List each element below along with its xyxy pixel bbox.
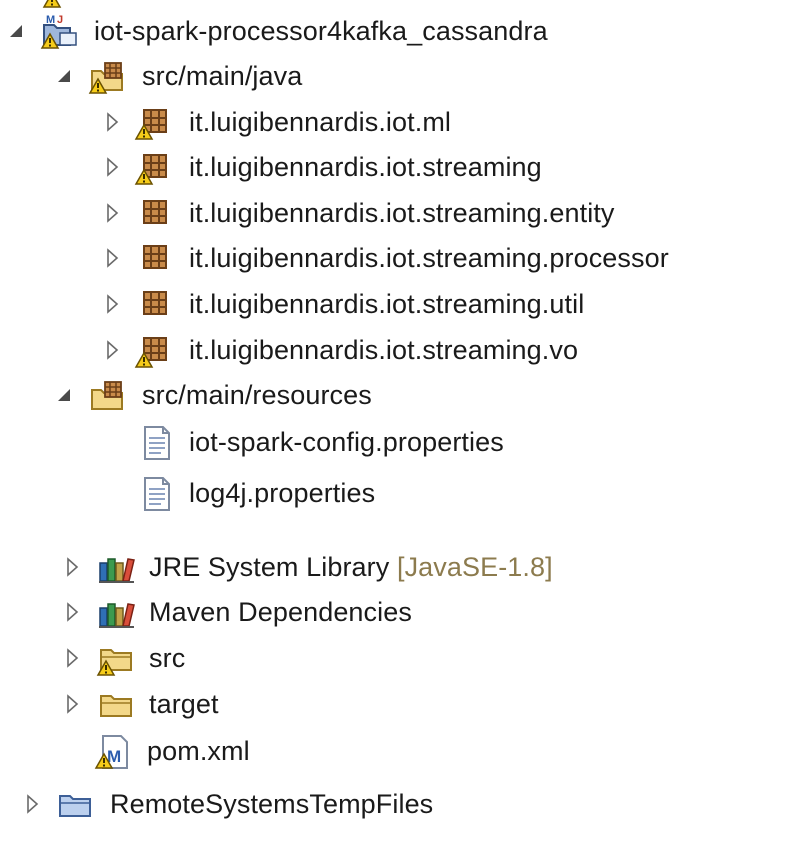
collapse-arrow-icon[interactable] [54,384,76,406]
tree-item-maven-dependencies[interactable]: Maven Dependencies [0,592,797,632]
folder-warning-icon [97,649,132,676]
file-label: log4j.properties [189,478,376,508]
tree-item-package[interactable]: it.luigibennardis.iot.streaming.vo [0,330,797,370]
tree-item-src-main-resources[interactable]: src/main/resources [0,375,797,415]
expand-arrow-icon[interactable] [62,556,84,578]
source-folder-icon [91,381,123,410]
warning-icon [43,0,61,8]
tree-item-project[interactable]: iot-spark-processor4kafka_cassandra [0,11,797,51]
library-label: Maven Dependencies [149,597,412,627]
expand-arrow-icon[interactable] [62,601,84,623]
tree-item-src-folder[interactable]: src [0,638,797,678]
tree-item-src-main-java[interactable]: src/main/java [0,56,797,96]
package-icon [143,245,167,269]
project-folder-icon [59,795,91,817]
folder-icon [100,695,132,717]
collapse-arrow-icon[interactable] [6,20,28,42]
expand-arrow-icon[interactable] [102,247,124,269]
tree-item-package[interactable]: it.luigibennardis.iot.streaming.processo… [0,238,713,278]
package-icon [143,200,167,224]
expand-arrow-icon[interactable] [102,293,124,315]
expand-arrow-icon[interactable] [102,202,124,224]
package-label: it.luigibennardis.iot.streaming.entity [189,198,615,228]
jre-label-text: JRE System Library [149,552,390,582]
properties-file-icon [144,477,170,511]
tree-item-package[interactable]: it.luigibennardis.iot.streaming.util [0,284,797,324]
tree-item-package[interactable]: it.luigibennardis.iot.ml [0,102,797,142]
tree-item-package[interactable]: it.luigibennardis.iot.streaming [0,147,797,187]
package-label: it.luigibennardis.iot.streaming.processo… [189,243,669,273]
folder-label: target [149,689,219,719]
tree-item-partial[interactable] [0,0,400,10]
library-icon [98,603,135,628]
project-explorer-tree: iot-spark-processor4kafka_cassandra src/… [0,0,797,845]
package-label: it.luigibennardis.iot.streaming.vo [189,335,579,365]
collapse-arrow-icon[interactable] [54,65,76,87]
expand-arrow-icon[interactable] [22,793,44,815]
folder-label: src [149,643,186,673]
expand-arrow-icon[interactable] [62,647,84,669]
tree-item-jre-library[interactable]: JRE System Library [JavaSE-1.8] [0,547,797,587]
file-label: pom.xml [147,736,250,766]
tree-item-package[interactable]: it.luigibennardis.iot.streaming.entity [0,193,797,233]
package-warning-icon [135,109,167,140]
source-folder-label: src/main/resources [142,380,372,410]
package-label: it.luigibennardis.iot.streaming.util [189,289,585,319]
expand-arrow-icon[interactable] [102,111,124,133]
package-warning-icon [135,337,167,368]
tree-item-target-folder[interactable]: target [0,684,797,724]
expand-arrow-icon[interactable] [62,693,84,715]
source-folder-warning-icon [89,62,123,94]
package-label: it.luigibennardis.iot.streaming [189,152,542,182]
tree-item-pom[interactable]: pom.xml [0,731,797,771]
expand-arrow-icon[interactable] [102,339,124,361]
package-label: it.luigibennardis.iot.ml [189,107,452,137]
tree-item-file[interactable]: iot-spark-config.properties [0,422,797,462]
tree-item-remote-systems[interactable]: RemoteSystemsTempFiles [0,784,797,824]
package-warning-icon [135,154,167,185]
expand-arrow-icon[interactable] [102,156,124,178]
maven-pom-warning-icon [95,735,128,769]
file-label: iot-spark-config.properties [189,427,504,457]
source-folder-label: src/main/java [142,61,303,91]
project-label: iot-spark-processor4kafka_cassandra [94,16,548,46]
library-icon [98,558,135,583]
project-label: RemoteSystemsTempFiles [110,789,434,819]
properties-file-icon [144,426,170,460]
jre-version-decoration: [JavaSE-1.8] [396,552,553,582]
maven-java-project-icon [41,13,77,49]
tree-item-file[interactable]: log4j.properties [0,473,797,513]
package-icon [143,291,167,315]
library-label: JRE System Library [JavaSE-1.8] [149,547,553,587]
